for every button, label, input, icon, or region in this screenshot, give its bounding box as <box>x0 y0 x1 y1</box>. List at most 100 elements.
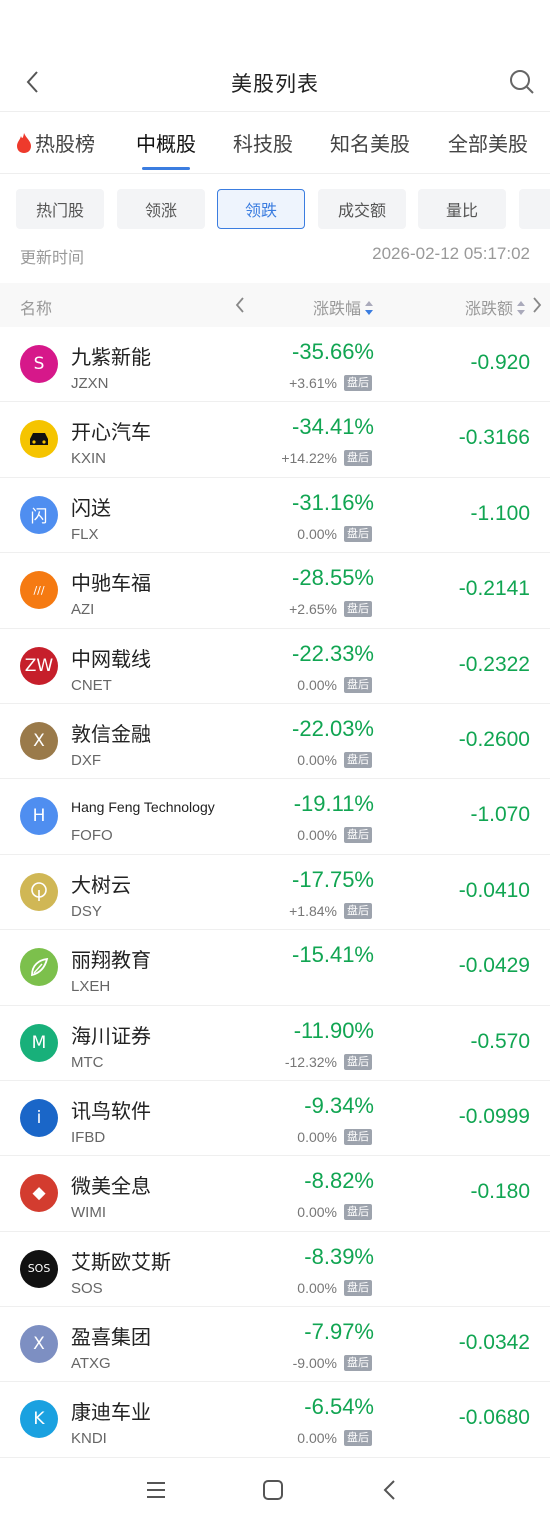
change-percent: -35.66% <box>292 339 374 364</box>
after-hours: +1.84% 盘后 <box>289 902 372 919</box>
stock-row[interactable]: X 敦信金融 DXF -22.03% 0.00% 盘后 -0.2600 <box>0 704 550 780</box>
stock-row[interactable]: /// 中驰车福 AZI -28.55% +2.65% 盘后 -0.2141 <box>0 553 550 629</box>
stock-row[interactable]: ◆ 微美全息 WIMI -8.82% 0.00% 盘后 -0.180 <box>0 1156 550 1232</box>
stock-row[interactable]: 丽翔教育 LXEH -15.41% -0.0429 <box>0 930 550 1006</box>
active-tab-indicator <box>142 167 190 170</box>
change-amount: -0.2322 <box>458 652 530 676</box>
stock-row[interactable]: H Hang Feng Technology FOFO -19.11% 0.00% 盘后 -… <box>0 779 550 855</box>
after-hours-badge: 盘后 <box>344 525 372 542</box>
sort-icon <box>517 301 525 315</box>
change-amount: -0.0342 <box>458 1331 530 1355</box>
change-amount: -0.2141 <box>458 577 530 601</box>
tab-label: 中概股 <box>136 132 196 156</box>
change-percent: -17.75% <box>292 866 374 892</box>
after-hours: -9.00% 盘后 <box>293 1355 372 1372</box>
chevron-right-icon[interactable] <box>530 295 544 315</box>
stock-row[interactable]: X 盈喜集团 ATXG -7.97% -9.00% 盘后 -0.0342 <box>0 1307 550 1383</box>
change-amount: -0.0680 <box>458 1406 530 1430</box>
chevron-left-icon[interactable] <box>232 295 248 315</box>
change-percent: -9.34% <box>304 1092 374 1118</box>
logo-glyph: K <box>33 1409 45 1430</box>
after-hours: 0.00% 盘后 <box>297 1204 372 1221</box>
after-hours-change: -12.32% <box>284 1053 337 1070</box>
filter-chip[interactable]: 领涨 <box>117 189 205 229</box>
after-hours-change: 0.00% <box>297 1279 337 1296</box>
logo-glyph: H <box>32 806 46 827</box>
after-hours-badge: 盘后 <box>344 1430 372 1447</box>
filter-chip[interactable]: 量比 <box>418 189 506 229</box>
stock-code: AZI <box>71 601 95 619</box>
stock-logo-icon: K <box>20 1400 58 1439</box>
change-percent: -11.90% <box>293 1017 374 1043</box>
stock-name: 闪送 <box>71 495 111 520</box>
stock-row[interactable]: K 康迪车业 KNDI -6.54% 0.00% 盘后 -0.0680 <box>0 1382 550 1458</box>
stock-code: JZXN <box>71 375 109 392</box>
after-hours-badge: 盘后 <box>344 676 372 693</box>
stock-name: 开心汽车 <box>71 420 151 445</box>
after-hours-badge: 盘后 <box>344 1355 372 1372</box>
change-percent: -7.97% <box>304 1319 374 1345</box>
update-time: 2026-02-12 05:17:02 <box>372 244 530 263</box>
column-change-amt[interactable]: 涨跌额 <box>465 295 526 319</box>
column-header: 名称 涨跌幅 涨跌额 <box>0 283 550 327</box>
stock-name: 中网载线 <box>71 646 151 671</box>
stock-logo-icon: 闪 <box>20 495 58 534</box>
change-percent: -22.33% <box>292 640 374 666</box>
after-hours-badge: 盘后 <box>344 1279 372 1296</box>
stock-row[interactable]: 闪 闪送 FLX -31.16% 0.00% 盘后 -1.100 <box>0 478 550 554</box>
stock-row[interactable]: S 九紫新能 JZXN -35.66% +3.61% 盘后 -0.920 <box>0 327 550 403</box>
stock-row[interactable]: 大树云 DSY -17.75% +1.84% 盘后 -0.0410 <box>0 855 550 931</box>
stock-code: FLX <box>71 525 99 543</box>
after-hours-badge: 盘后 <box>344 902 372 919</box>
search-button[interactable] <box>508 68 536 96</box>
sort-icon <box>365 301 373 315</box>
tab-label: 热股榜 <box>35 132 95 156</box>
status-bar-space <box>0 0 550 52</box>
tab-label: 全部美股 <box>448 132 528 156</box>
column-change-pct[interactable]: 涨跌幅 <box>313 295 374 319</box>
menu-icon[interactable] <box>143 1478 169 1502</box>
stock-row[interactable]: i 讯鸟软件 IFBD -9.34% 0.00% 盘后 -0.0999 <box>0 1081 550 1157</box>
filter-chip[interactable]: 热门股 <box>16 189 104 229</box>
tab-all[interactable]: 全部美股 <box>448 128 528 170</box>
after-hours-change: +1.84% <box>289 902 337 919</box>
after-hours-change: 0.00% <box>297 751 337 768</box>
filter-chip-active[interactable]: 领跌 <box>217 189 305 229</box>
stock-code: DSY <box>71 902 102 920</box>
stock-code: WIMI <box>71 1204 106 1222</box>
stock-logo-icon: i <box>20 1098 58 1137</box>
tab-hot[interactable]: 热股榜 <box>16 128 95 170</box>
after-hours-badge: 盘后 <box>344 450 372 467</box>
stock-row[interactable]: ZW 中网载线 CNET -22.33% 0.00% 盘后 -0.2322 <box>0 629 550 704</box>
stock-row[interactable]: 开心汽车 KXIN -34.41% +14.22% 盘后 -0.3166 <box>0 402 550 478</box>
after-hours: +2.65% 盘后 <box>289 601 372 618</box>
logo-glyph: X <box>33 1334 45 1355</box>
change-amount: -0.180 <box>470 1180 530 1204</box>
after-hours-change: +3.61% <box>289 375 337 391</box>
after-hours: 0.00% 盘后 <box>297 1128 372 1145</box>
stock-row[interactable]: M 海川证券 MTC -11.90% -12.32% 盘后 -0.570 <box>0 1006 550 1081</box>
home-icon[interactable] <box>260 1478 286 1502</box>
tab-china-concept[interactable]: 中概股 <box>136 128 196 170</box>
change-amount: -0.3166 <box>458 426 530 450</box>
stock-row[interactable]: SOS 艾斯欧艾斯 SOS -8.39% 0.00% 盘后 <box>0 1232 550 1308</box>
change-percent: -28.55% <box>292 565 374 591</box>
stock-logo-icon <box>20 948 58 987</box>
change-percent: -22.03% <box>292 715 374 741</box>
stock-logo-icon: SOS <box>20 1249 58 1288</box>
back-icon[interactable] <box>377 1478 403 1502</box>
system-nav-bar <box>0 1458 550 1521</box>
tab-famous[interactable]: 知名美股 <box>330 128 410 170</box>
after-hours-badge: 盘后 <box>344 751 372 768</box>
stock-logo-icon: M <box>20 1023 58 1062</box>
flame-icon <box>17 133 31 153</box>
after-hours-badge: 盘后 <box>344 827 372 844</box>
filter-chip[interactable]: 成交额 <box>318 189 406 229</box>
after-hours-change: 0.00% <box>297 1204 337 1221</box>
logo-glyph: SOS <box>27 1262 51 1276</box>
tab-tech[interactable]: 科技股 <box>233 128 293 170</box>
update-label: 更新时间 <box>20 248 85 267</box>
logo-glyph: X <box>33 730 45 751</box>
after-hours-change: +14.22% <box>281 450 337 467</box>
filter-chip[interactable]: 换 <box>519 189 550 229</box>
